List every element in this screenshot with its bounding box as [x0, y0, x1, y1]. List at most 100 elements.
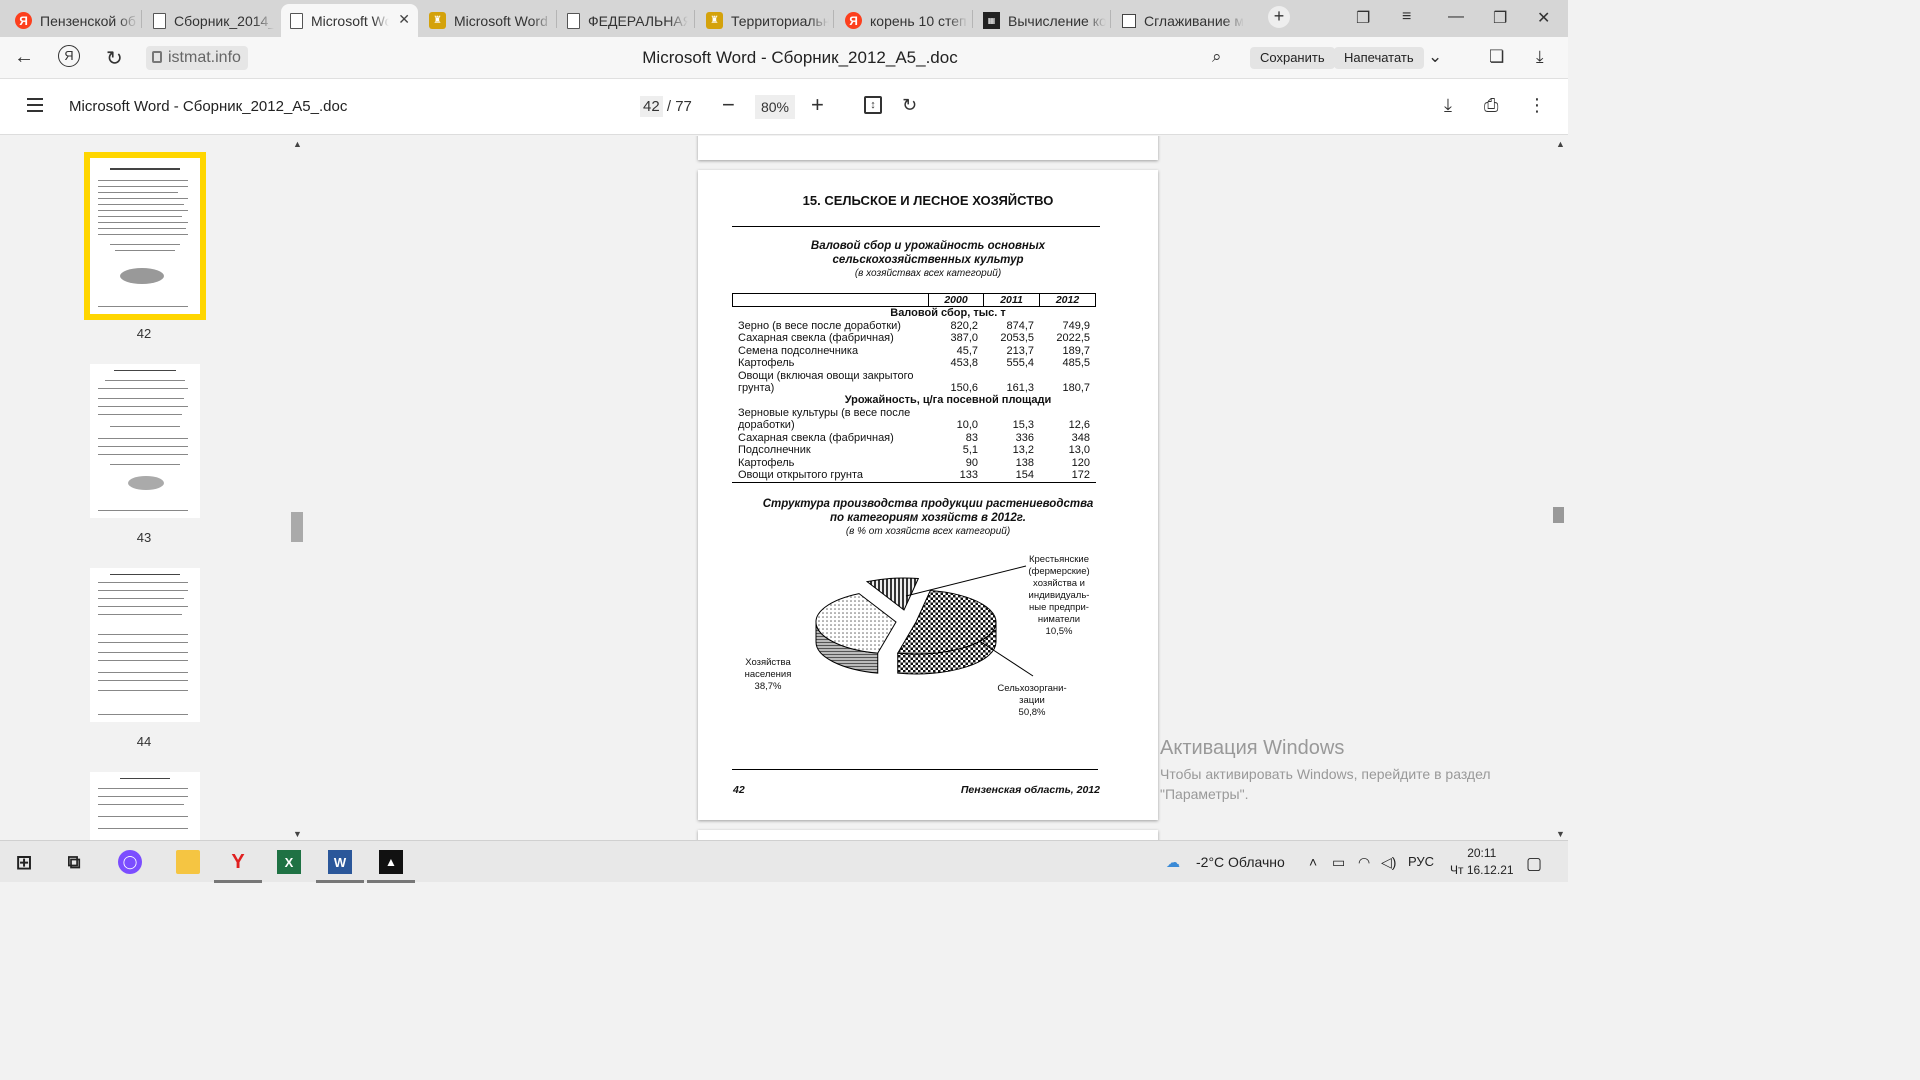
table-cell: 874,7: [1006, 320, 1034, 332]
table-title: сельскохозяйственных культур: [832, 254, 1024, 266]
section-title: 15. СЕЛЬСКОЕ И ЛЕСНОЕ ХОЗЯЙСТВО: [802, 193, 1054, 208]
scroll-up-arrow-icon[interactable]: ▲: [293, 139, 302, 149]
table-cell: 453,8: [950, 357, 978, 370]
table-cell: 150,6: [950, 382, 978, 394]
scroll-up-arrow-icon[interactable]: ▲: [1556, 139, 1565, 149]
activation-watermark-text: Чтобы активировать Windows, перейдите в …: [1160, 764, 1491, 804]
page-thumbnail-45[interactable]: [90, 772, 200, 842]
volume-icon[interactable]: ◁): [1381, 854, 1396, 871]
sidebar-scrollbar-thumb[interactable]: [291, 512, 303, 542]
task-view-icon[interactable]: ⧉: [62, 850, 86, 874]
pie-label-line: ниматели: [1037, 614, 1081, 625]
word-icon[interactable]: W: [328, 850, 352, 874]
tab-8[interactable]: Сглаживание м: [1113, 4, 1245, 37]
pie-label-households: Хозяйства населения 38,7%: [740, 657, 796, 693]
excel-icon[interactable]: X: [277, 850, 301, 874]
bookmarks-icon[interactable]: ❏: [1489, 47, 1504, 67]
alice-assistant-icon[interactable]: ◯: [118, 850, 142, 874]
tab-label: Microsoft Word: [454, 12, 548, 29]
nse-icon: ▦: [983, 12, 1000, 29]
tab-0[interactable]: Я Пензенской об: [6, 4, 138, 37]
rotate-icon[interactable]: ↻: [902, 95, 917, 116]
tabs-overview-icon[interactable]: ❐: [1356, 8, 1370, 28]
pdf-page-42: 15. СЕЛЬСКОЕ И ЛЕСНОЕ ХОЗЯЙСТВО Валовой …: [698, 170, 1158, 820]
tab-4[interactable]: ФЕДЕРАЛЬНАЯ: [558, 4, 690, 37]
chart-subtitle: (в % от хозяйств всех категорий): [845, 526, 1011, 537]
new-tab-button[interactable]: +: [1268, 6, 1290, 28]
tab-5[interactable]: ♜ Территориальн: [697, 4, 829, 37]
zoom-in-button[interactable]: +: [811, 92, 824, 118]
minimize-icon[interactable]: —: [1448, 8, 1464, 26]
table-row-label: Овощи открытого грунта: [738, 469, 863, 481]
scroll-down-arrow-icon[interactable]: ▼: [293, 829, 302, 839]
zoom-out-button[interactable]: −: [722, 92, 735, 118]
sidebar-scrollbar[interactable]: [290, 136, 305, 840]
language-indicator[interactable]: РУС: [1408, 854, 1434, 869]
print-button[interactable]: Напечатать: [1334, 47, 1424, 69]
tab-1[interactable]: Сборник_2014_: [144, 4, 276, 37]
photos-icon[interactable]: ▲: [379, 850, 403, 874]
more-options-icon[interactable]: ⋮: [1528, 95, 1546, 116]
scroll-down-arrow-icon[interactable]: ▼: [1556, 829, 1565, 839]
tab-label: Microsoft Wo: [311, 12, 389, 29]
download-icon[interactable]: ⤓: [1536, 47, 1544, 67]
activation-watermark-line: Чтобы активировать Windows, перейдите в …: [1160, 766, 1491, 782]
yandex-browser-icon[interactable]: Y: [226, 850, 250, 874]
yandex-icon: Я: [15, 12, 32, 29]
notifications-icon[interactable]: ▢: [1526, 854, 1542, 874]
tab-3[interactable]: ♜ Microsoft Word: [420, 4, 552, 37]
table-cell: 138: [1015, 456, 1034, 469]
windows-start-icon[interactable]: ⊞: [12, 850, 36, 874]
tab-7[interactable]: ▦ Вычисление ко: [974, 4, 1106, 37]
wifi-icon[interactable]: ◠: [1358, 854, 1370, 871]
tab-label: Сглаживание м: [1144, 12, 1244, 29]
pie-label-line: хозяйства и: [1033, 578, 1085, 589]
chevron-down-icon[interactable]: ⌄: [1428, 47, 1442, 67]
search-icon[interactable]: ⌕: [1212, 47, 1222, 67]
cloud-icon: ☁: [1166, 854, 1180, 870]
taskbar: ⊞ ⧉ ◯ Y X W ▲ ☁ -2°C Облачно ˄ ▭ ◠ ◁) РУ…: [0, 840, 1568, 883]
pie-label-line: Хозяйства: [745, 657, 791, 668]
file-explorer-icon[interactable]: [176, 850, 200, 874]
close-tab-icon[interactable]: ✕: [398, 11, 410, 28]
download-icon[interactable]: ⤓: [1444, 95, 1452, 116]
main-scrollbar-thumb[interactable]: [1553, 507, 1564, 523]
hamburger-menu-icon[interactable]: [27, 98, 43, 116]
pdf-viewer: 15. СЕЛЬСКОЕ И ЛЕСНОЕ ХОЗЯЙСТВО Валовой …: [305, 136, 1553, 840]
table-row-label: Семена подсолнечника: [738, 344, 859, 357]
thumbnail-sidebar: 42 43 44: [0, 136, 305, 842]
weather-text[interactable]: -2°C Облачно: [1196, 854, 1285, 870]
table-cell: 5,1: [962, 444, 978, 457]
restore-icon[interactable]: ❐: [1493, 8, 1507, 28]
close-window-icon[interactable]: ✕: [1537, 8, 1550, 28]
save-button[interactable]: Сохранить: [1250, 47, 1335, 69]
year-header: 2011: [983, 294, 1039, 306]
tab-label: Вычисление ко: [1008, 12, 1106, 29]
table-cell: 387,0: [950, 332, 978, 345]
tab-6[interactable]: Я корень 10 степ: [836, 4, 968, 37]
tab-2-active[interactable]: Microsoft Wo ✕: [281, 4, 418, 37]
print-icon[interactable]: ⎙: [1484, 95, 1498, 116]
clock[interactable]: 20:11 Чт 16.12.21: [1450, 845, 1514, 879]
tab-label: корень 10 степ: [870, 12, 967, 29]
table-section-heading: Урожайность, ц/га посевной площади: [844, 394, 1052, 406]
zoom-level[interactable]: 80%: [755, 95, 795, 119]
table-cell: 555,4: [1006, 357, 1034, 370]
battery-icon[interactable]: ▭: [1332, 854, 1345, 871]
fit-page-icon[interactable]: ↕: [864, 96, 882, 114]
page-thumbnail-44[interactable]: [90, 568, 200, 722]
table-row-label: Овощи (включая овощи закрытого: [738, 369, 914, 382]
page-thumbnail-42[interactable]: [84, 152, 206, 320]
footer-page-number: 42: [733, 784, 745, 796]
activation-watermark-line: "Параметры".: [1160, 786, 1249, 802]
table-row-label: Подсолнечник: [738, 444, 811, 457]
chevron-up-icon[interactable]: ˄: [1309, 854, 1317, 870]
table-cell: 10,0: [956, 419, 978, 432]
menu-icon[interactable]: ≡: [1402, 8, 1411, 26]
pdf-toolbar: Microsoft Word - Сборник_2012_A5_.doc 42…: [0, 79, 1568, 135]
page-number-input[interactable]: 42: [640, 96, 663, 117]
page-thumbnail-43[interactable]: [90, 364, 200, 518]
pie-label-line: 38,7%: [754, 681, 782, 692]
table-section-heading: Валовой сбор, тыс. т: [890, 307, 1006, 319]
thumbnail-number: 44: [136, 734, 152, 749]
